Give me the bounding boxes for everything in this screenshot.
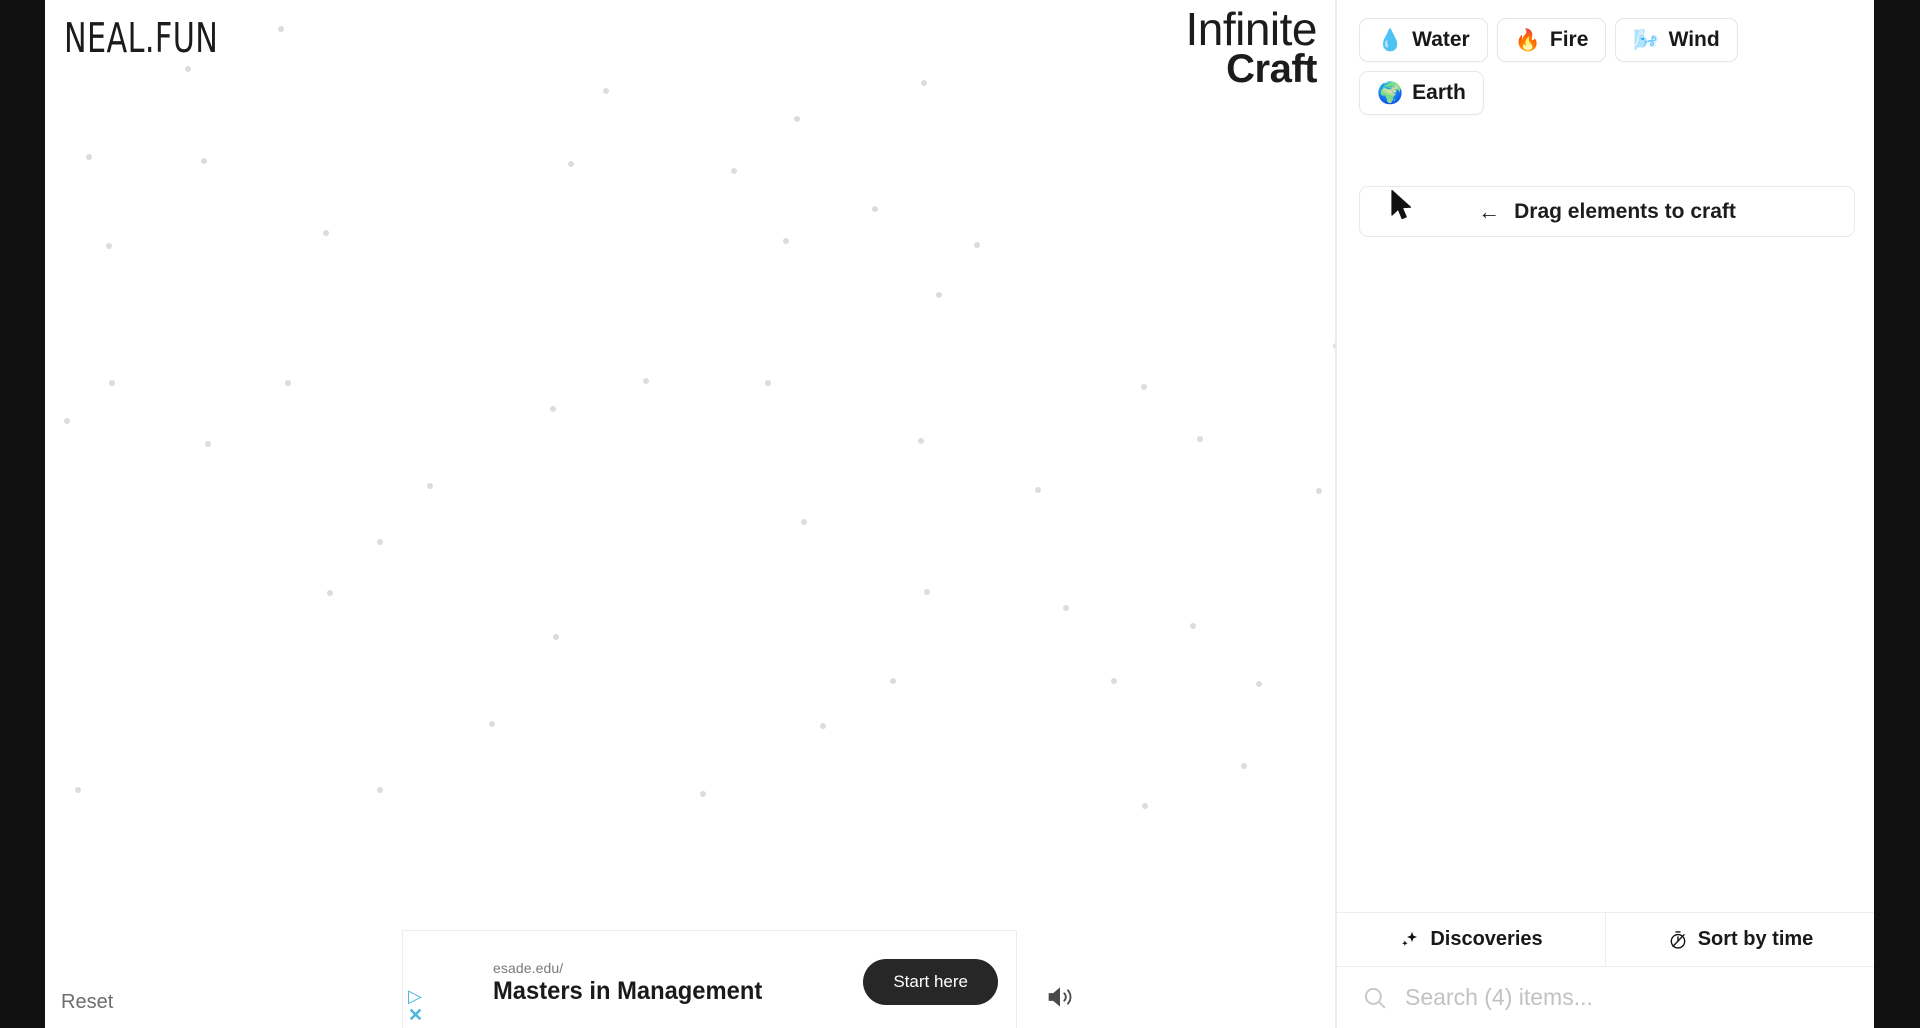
search-input[interactable]: Search (4) items...	[1405, 984, 1593, 1011]
star-dot	[1190, 623, 1196, 629]
wind-icon: 🌬️	[1633, 28, 1660, 52]
drag-hint-label: Drag elements to craft	[1514, 199, 1736, 223]
star-dot	[1241, 763, 1247, 769]
star-dot	[794, 116, 800, 122]
star-dot	[489, 721, 495, 727]
element-item-wind[interactable]: 🌬️ Wind	[1615, 18, 1738, 62]
element-list: 💧 Water 🔥 Fire 🌬️ Wind 🌍 Earth	[1337, 0, 1874, 115]
tab-sort-by-time[interactable]: Sort by time	[1605, 913, 1874, 966]
star-dot	[820, 723, 826, 729]
ad-headline: Masters in Management	[493, 977, 763, 1005]
search-icon	[1364, 987, 1386, 1008]
star-dot	[783, 238, 789, 244]
star-dot	[550, 406, 556, 412]
star-dot	[75, 787, 81, 793]
title-line-infinite: Infinite	[1185, 3, 1317, 55]
star-dot	[890, 678, 896, 684]
element-pills: 💧 Water 🔥 Fire 🌬️ Wind 🌍 Earth	[1359, 18, 1852, 115]
star-dot	[377, 539, 383, 545]
star-dot	[553, 634, 559, 640]
page-surface: NEAL.FUN Infinite Craft Reset ▷ ✕ esade.…	[45, 0, 1874, 1028]
star-dot	[936, 292, 942, 298]
star-dot	[285, 380, 291, 386]
sidebar-tabs: Discoveries Sort by time	[1337, 912, 1874, 967]
ad-controls: ▷ ✕	[408, 987, 430, 1024]
crafting-canvas[interactable]: NEAL.FUN Infinite Craft Reset ▷ ✕ esade.…	[45, 0, 1335, 1028]
star-dot	[568, 161, 574, 167]
star-dot	[801, 519, 807, 525]
search-bar[interactable]: Search (4) items...	[1337, 967, 1874, 1028]
star-dot	[731, 168, 737, 174]
star-dot	[201, 158, 207, 164]
ad-body: esade.edu/ Masters in Management	[493, 960, 776, 1006]
stopwatch-icon	[1670, 930, 1686, 949]
star-dot	[1316, 488, 1322, 494]
star-dot	[427, 483, 433, 489]
star-dot	[377, 787, 383, 793]
star-dot	[700, 791, 706, 797]
star-dot	[109, 380, 115, 386]
star-dot	[921, 80, 927, 86]
star-dot	[185, 66, 191, 72]
drag-to-craft-hint: ← Drag elements to craft	[1359, 186, 1855, 237]
star-dot	[1111, 678, 1117, 684]
star-dot	[1256, 681, 1262, 687]
sparkles-icon	[1402, 931, 1418, 946]
advertisement[interactable]: ▷ ✕ esade.edu/ Masters in Management Sta…	[402, 930, 1017, 1028]
ad-cta-button[interactable]: Start here	[863, 959, 998, 1005]
letterbox-right	[1874, 0, 1920, 1028]
water-drop-icon: 💧	[1377, 28, 1404, 52]
star-dot	[1063, 605, 1069, 611]
star-dot	[86, 154, 92, 160]
page-title: Infinite Craft	[1185, 6, 1317, 90]
star-dot	[1197, 436, 1203, 442]
sidebar: 💧 Water 🔥 Fire 🌬️ Wind 🌍 Earth ← Drag el…	[1335, 0, 1874, 1028]
star-dot	[872, 206, 878, 212]
element-label: Fire	[1549, 28, 1589, 51]
star-dot	[974, 242, 980, 248]
close-icon[interactable]: ✕	[408, 1006, 430, 1024]
star-dot	[918, 438, 924, 444]
element-item-fire[interactable]: 🔥 Fire	[1496, 18, 1607, 62]
app-root: NEAL.FUN Infinite Craft Reset ▷ ✕ esade.…	[0, 0, 1920, 1028]
letterbox-left	[0, 0, 45, 1028]
star-dot	[323, 230, 329, 236]
star-dot	[603, 88, 609, 94]
ad-url: esade.edu/	[493, 960, 564, 976]
star-dot	[278, 26, 284, 32]
star-dot	[765, 380, 771, 386]
tab-label: Discoveries	[1430, 928, 1543, 950]
star-dot	[1035, 487, 1041, 493]
element-label: Wind	[1668, 28, 1720, 51]
tab-label: Sort by time	[1697, 928, 1814, 950]
star-dot	[1142, 803, 1148, 809]
neal-fun-logo[interactable]: NEAL.FUN	[64, 14, 218, 62]
title-line-craft: Craft	[1226, 46, 1317, 91]
element-item-earth[interactable]: 🌍 Earth	[1359, 71, 1484, 115]
sound-icon[interactable]	[1041, 978, 1079, 1016]
element-item-water[interactable]: 💧 Water	[1359, 18, 1488, 62]
reset-button[interactable]: Reset	[61, 991, 113, 1014]
earth-globe-icon: 🌍	[1377, 81, 1404, 105]
star-dot	[924, 589, 930, 595]
star-dot	[106, 243, 112, 249]
star-dot	[643, 378, 649, 384]
star-dot	[1141, 384, 1147, 390]
fire-icon: 🔥	[1514, 28, 1541, 52]
star-dot	[205, 441, 211, 447]
element-label: Water	[1412, 28, 1470, 51]
tab-discoveries[interactable]: Discoveries	[1337, 913, 1605, 966]
star-dot	[64, 418, 70, 424]
element-label: Earth	[1412, 81, 1466, 104]
star-dot	[327, 590, 333, 596]
adchoices-icon[interactable]: ▷	[408, 987, 430, 1005]
arrow-left-icon: ←	[1478, 198, 1501, 224]
